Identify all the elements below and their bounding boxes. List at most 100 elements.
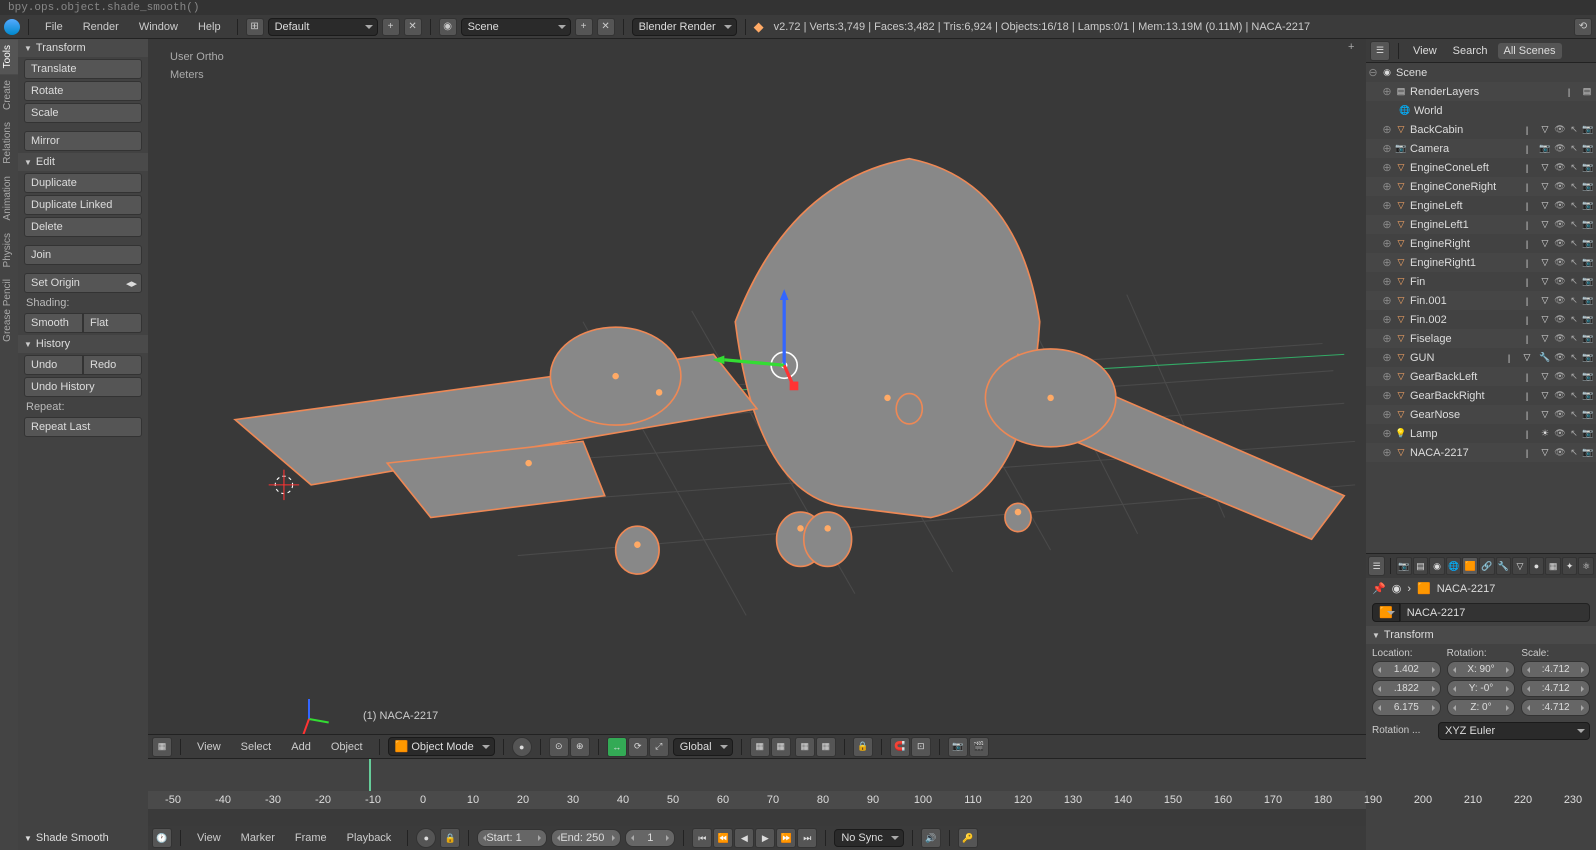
operator-header[interactable]: Shade Smooth (22, 830, 144, 846)
tab-physics-icon[interactable]: ⚛ (1578, 557, 1594, 575)
end-frame-field[interactable]: End: 250 (551, 829, 621, 847)
rotate-button[interactable]: Rotate (24, 81, 142, 101)
loc-x-field[interactable]: 1.402 (1372, 661, 1441, 678)
vp-menu-view[interactable]: View (189, 741, 229, 753)
object-name-browse[interactable]: 🟧 (1372, 603, 1400, 622)
outliner-menu-view[interactable]: View (1407, 43, 1443, 59)
visibility-icon[interactable]: 👁 (1554, 238, 1566, 250)
visibility-icon[interactable]: 👁 (1554, 390, 1566, 402)
repeat-last-button[interactable]: Repeat Last (24, 417, 142, 437)
renderable-icon[interactable]: 📷 (1582, 238, 1594, 250)
selectable-icon[interactable]: ↖ (1568, 162, 1580, 174)
selectable-icon[interactable]: ↖ (1568, 314, 1580, 326)
outliner-object-row[interactable]: ⊕▽BackCabin|▽👁↖📷 (1366, 120, 1596, 139)
mirror-button[interactable]: Mirror (24, 131, 142, 151)
selectable-icon[interactable]: ↖ (1568, 409, 1580, 421)
outliner-object-row[interactable]: ⊕▽Fiselage|▽👁↖📷 (1366, 329, 1596, 348)
menu-render[interactable]: Render (75, 21, 127, 33)
duplicate-linked-button[interactable]: Duplicate Linked (24, 195, 142, 215)
playback-controls[interactable]: ⏮ ⏪ ◀ ▶ ⏩ ⏭ (692, 828, 817, 848)
menu-file[interactable]: File (37, 21, 71, 33)
tab-tools[interactable]: Tools (0, 39, 18, 74)
prop-transform-header[interactable]: Transform (1366, 626, 1596, 644)
translate-button[interactable]: Translate (24, 59, 142, 79)
renderable-icon[interactable]: 📷 (1582, 295, 1594, 307)
renderable-icon[interactable]: 📷 (1582, 333, 1594, 345)
visibility-icon[interactable]: 👁 (1554, 314, 1566, 326)
tab-create[interactable]: Create (0, 74, 18, 116)
undo-history-button[interactable]: Undo History (24, 377, 142, 397)
shade-smooth-button[interactable]: Smooth (24, 313, 83, 333)
set-origin-dropdown[interactable]: Set Origin◂▸ (24, 273, 142, 293)
outliner-object-row[interactable]: ⊕▽Fin.002|▽👁↖📷 (1366, 310, 1596, 329)
start-frame-field[interactable]: Start: 1 (477, 829, 547, 847)
back-to-previous-button[interactable]: ⟲ (1574, 18, 1592, 36)
selectable-icon[interactable]: ↖ (1568, 371, 1580, 383)
renderable-icon[interactable]: 📷 (1582, 447, 1594, 459)
renderable-icon[interactable]: 📷 (1582, 124, 1594, 136)
vp-menu-object[interactable]: Object (323, 741, 371, 753)
visibility-icon[interactable]: 👁 (1554, 257, 1566, 269)
tl-menu-marker[interactable]: Marker (233, 832, 283, 844)
layer-buttons-2[interactable]: ▦▦ (795, 737, 836, 757)
manipulator-buttons[interactable]: ↔⟳⤢ (607, 737, 669, 757)
outliner-object-row[interactable]: ⊕▽GearNose|▽👁↖📷 (1366, 405, 1596, 424)
visibility-icon[interactable]: 👁 (1554, 447, 1566, 459)
visibility-icon[interactable]: 👁 (1554, 162, 1566, 174)
renderable-icon[interactable]: 📷 (1582, 276, 1594, 288)
renderable-icon[interactable]: 📷 (1582, 219, 1594, 231)
selectable-icon[interactable]: ↖ (1568, 124, 1580, 136)
delete-button[interactable]: Delete (24, 217, 142, 237)
rot-x-field[interactable]: X: 90° (1447, 661, 1516, 678)
join-button[interactable]: Join (24, 245, 142, 265)
tab-grease-pencil[interactable]: Grease Pencil (0, 273, 18, 348)
selectable-icon[interactable]: ↖ (1568, 295, 1580, 307)
vp-menu-add[interactable]: Add (283, 741, 319, 753)
renderable-icon[interactable]: 📷 (1582, 200, 1594, 212)
pin-icon[interactable]: 📌 (1372, 582, 1386, 595)
tl-menu-playback[interactable]: Playback (339, 832, 400, 844)
outliner-scene-row[interactable]: ⊖◉Scene (1366, 63, 1596, 82)
outliner-object-row[interactable]: ⊕▽EngineConeLeft|▽👁↖📷 (1366, 158, 1596, 177)
next-keyframe-icon[interactable]: ⏩ (776, 828, 796, 848)
outliner-tree[interactable]: ⊖◉Scene ⊕▤RenderLayers|▤ 🌐World ⊕▽BackCa… (1366, 63, 1596, 553)
loc-y-field[interactable]: .1822 (1372, 680, 1441, 697)
selectable-icon[interactable]: ↖ (1568, 200, 1580, 212)
visibility-icon[interactable]: 👁 (1554, 124, 1566, 136)
props-editor-icon[interactable]: ☰ (1368, 556, 1385, 576)
visibility-icon[interactable]: 👁 (1554, 181, 1566, 193)
render-engine-dropdown[interactable]: Blender Render (632, 18, 737, 36)
tab-renderlayers-icon[interactable]: ▤ (1413, 557, 1429, 575)
selectable-icon[interactable]: ↖ (1568, 181, 1580, 193)
shade-flat-button[interactable]: Flat (83, 313, 142, 333)
renderable-icon[interactable]: 📷 (1582, 352, 1594, 364)
tl-editor-type-icon[interactable]: 🕐 (152, 828, 172, 848)
outliner-object-row[interactable]: ⊕▽Fin.001|▽👁↖📷 (1366, 291, 1596, 310)
scene-breadcrumb-icon[interactable]: ◉ (1392, 582, 1402, 595)
rot-y-field[interactable]: Y: -0° (1447, 680, 1516, 697)
selectable-icon[interactable]: ↖ (1568, 219, 1580, 231)
outliner-object-row[interactable]: ⊕▽EngineRight|▽👁↖📷 (1366, 234, 1596, 253)
tab-scene-icon[interactable]: ◉ (1429, 557, 1445, 575)
selectable-icon[interactable]: ↖ (1568, 333, 1580, 345)
visibility-icon[interactable]: 👁 (1554, 428, 1566, 440)
keyframe-type-icon[interactable]: 🔒 (440, 828, 460, 848)
selectable-icon[interactable]: ↖ (1568, 447, 1580, 459)
visibility-icon[interactable]: 👁 (1554, 276, 1566, 288)
tab-animation[interactable]: Animation (0, 170, 18, 226)
rot-z-field[interactable]: Z: 0° (1447, 699, 1516, 716)
scale-x-field[interactable]: :4.712 (1521, 661, 1590, 678)
play-reverse-icon[interactable]: ◀ (734, 828, 754, 848)
current-frame-field[interactable]: 1 (625, 829, 675, 847)
undo-button[interactable]: Undo (24, 355, 83, 375)
scale-y-field[interactable]: :4.712 (1521, 680, 1590, 697)
vp-menu-select[interactable]: Select (233, 741, 280, 753)
renderable-icon[interactable]: 📷 (1582, 257, 1594, 269)
outliner-object-row[interactable]: ⊕▽EngineConeRight|▽👁↖📷 (1366, 177, 1596, 196)
blender-icon[interactable] (4, 19, 20, 35)
add-layout-button[interactable]: + (382, 18, 400, 36)
audio-mute-icon[interactable]: 🔊 (921, 828, 941, 848)
visibility-icon[interactable]: 👁 (1554, 143, 1566, 155)
renderable-icon[interactable]: 📷 (1582, 181, 1594, 193)
tab-render-icon[interactable]: 📷 (1396, 557, 1412, 575)
